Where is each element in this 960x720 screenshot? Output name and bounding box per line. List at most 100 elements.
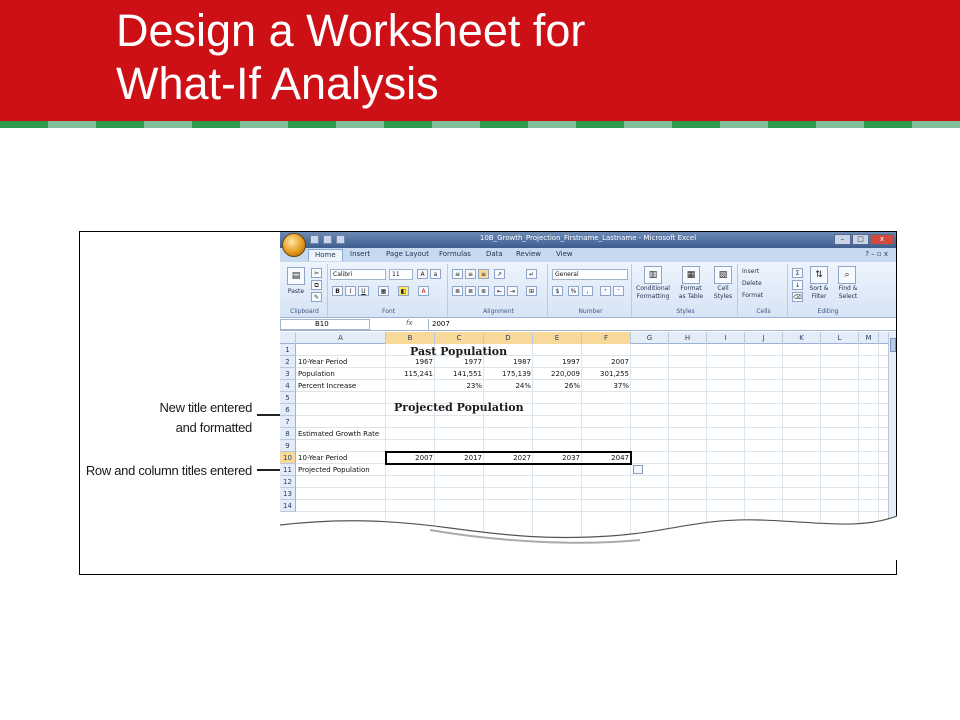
insert-cells-button[interactable]: Insert	[742, 268, 759, 276]
row-header-13[interactable]: 13	[280, 488, 296, 500]
select-all-corner[interactable]	[280, 332, 296, 344]
tab-formulas[interactable]: Formulas	[439, 250, 471, 258]
conditional-formatting-button[interactable]: Conditional Formatting	[634, 285, 672, 301]
column-header-d[interactable]: D	[484, 332, 533, 344]
tab-home[interactable]: Home	[308, 249, 343, 261]
scroll-thumb[interactable]	[890, 338, 896, 352]
find-select-icon[interactable]: ⌕	[838, 266, 856, 284]
decrease-indent-icon[interactable]: ⇤	[494, 286, 505, 296]
column-header-e[interactable]: E	[533, 332, 582, 344]
row-header-11[interactable]: 11	[280, 464, 296, 476]
column-header-l[interactable]: L	[821, 332, 859, 344]
borders-icon[interactable]: ▦	[378, 286, 389, 296]
align-top-icon[interactable]: ≡	[452, 269, 463, 279]
font-name-select[interactable]: Calibri	[330, 269, 386, 280]
align-middle-icon[interactable]: ≡	[465, 269, 476, 279]
format-as-table-icon[interactable]: ▦	[682, 266, 700, 284]
paste-button[interactable]: Paste	[285, 288, 307, 296]
name-box[interactable]: B10	[280, 319, 370, 330]
align-right-icon[interactable]: ≣	[478, 286, 489, 296]
format-cells-button[interactable]: Format	[742, 292, 763, 300]
cell-styles-button[interactable]: Cell Styles	[710, 285, 736, 301]
cell-value[interactable]: 141,551	[437, 368, 482, 380]
column-header-i[interactable]: I	[707, 332, 745, 344]
row-header-4[interactable]: 4	[280, 380, 296, 392]
cell-value[interactable]: 2007	[584, 356, 629, 368]
orientation-icon[interactable]: ↗	[494, 269, 505, 279]
selected-range-b10-f10[interactable]	[385, 451, 632, 465]
column-header-a[interactable]: A	[296, 332, 386, 344]
column-header-m[interactable]: M	[859, 332, 879, 344]
tab-page-layout[interactable]: Page Layout	[386, 250, 429, 258]
column-header-b[interactable]: B	[386, 332, 435, 344]
conditional-formatting-icon[interactable]: ▥	[644, 266, 662, 284]
decrease-decimal-icon[interactable]: ⁻	[613, 286, 624, 296]
fill-color-icon[interactable]: ◧	[398, 286, 409, 296]
formula-input[interactable]: 2007	[428, 319, 888, 330]
sort-filter-icon[interactable]: ⇅	[810, 266, 828, 284]
office-button-icon[interactable]	[282, 233, 306, 257]
cell-value[interactable]: 175,139	[486, 368, 531, 380]
cell-value[interactable]: 115,241	[388, 368, 433, 380]
row-label-10[interactable]: 10-Year Period	[298, 452, 384, 464]
row-header-5[interactable]: 5	[280, 392, 296, 404]
number-format-select[interactable]: General	[552, 269, 628, 280]
copy-icon[interactable]: ⧉	[311, 280, 322, 290]
cell-value[interactable]: 23%	[437, 380, 482, 392]
format-as-table-button[interactable]: Format as Table	[674, 285, 708, 301]
cell-value[interactable]: 1967	[388, 356, 433, 368]
tab-view[interactable]: View	[556, 250, 573, 258]
row-label-2[interactable]: 10-Year Period	[298, 356, 384, 368]
grow-font-icon[interactable]: A	[417, 269, 428, 279]
cell-value[interactable]: 1977	[437, 356, 482, 368]
row-header-10[interactable]: 10	[280, 452, 296, 464]
row-label-8[interactable]: Estimated Growth Rate	[298, 428, 384, 440]
fill-icon[interactable]: ↓	[792, 280, 803, 290]
column-header-c[interactable]: C	[435, 332, 484, 344]
cell-value[interactable]: 26%	[535, 380, 580, 392]
projected-population-title[interactable]: Projected Population	[394, 401, 524, 414]
insert-function-icon[interactable]: fx	[406, 319, 413, 327]
font-size-select[interactable]: 11	[389, 269, 413, 280]
bold-button[interactable]: B	[332, 286, 343, 296]
align-left-icon[interactable]: ≣	[452, 286, 463, 296]
align-center-icon[interactable]: ≣	[465, 286, 476, 296]
minimize-button[interactable]: –	[834, 234, 851, 245]
clear-icon[interactable]: ⌫	[792, 292, 803, 302]
cell-value[interactable]: 24%	[486, 380, 531, 392]
wrap-text-icon[interactable]: ↵	[526, 269, 537, 279]
column-header-h[interactable]: H	[669, 332, 707, 344]
tab-data[interactable]: Data	[486, 250, 503, 258]
row-header-1[interactable]: 1	[280, 344, 296, 356]
autosum-icon[interactable]: Σ	[792, 268, 803, 278]
help-icon[interactable]: ? – ▫ x	[865, 250, 888, 258]
column-header-j[interactable]: J	[745, 332, 783, 344]
italic-button[interactable]: I	[345, 286, 356, 296]
column-header-f[interactable]: F	[582, 332, 631, 344]
find-select-button[interactable]: Find & Select	[834, 285, 862, 301]
format-painter-icon[interactable]: ✎	[311, 292, 322, 302]
font-color-icon[interactable]: A	[418, 286, 429, 296]
row-header-2[interactable]: 2	[280, 356, 296, 368]
cell-value[interactable]: 220,009	[535, 368, 580, 380]
sort-filter-button[interactable]: Sort & Filter	[806, 285, 832, 301]
maximize-button[interactable]: □	[852, 234, 869, 245]
delete-cells-button[interactable]: Delete	[742, 280, 762, 288]
row-header-9[interactable]: 9	[280, 440, 296, 452]
shrink-font-icon[interactable]: a	[430, 269, 441, 279]
merge-center-icon[interactable]: ⊞	[526, 286, 537, 296]
row-label-4[interactable]: Percent Increase	[298, 380, 384, 392]
underline-button[interactable]: U	[358, 286, 369, 296]
row-header-12[interactable]: 12	[280, 476, 296, 488]
paste-icon[interactable]: ▤	[287, 267, 305, 285]
tab-review[interactable]: Review	[516, 250, 541, 258]
auto-fill-options-icon[interactable]	[633, 465, 643, 474]
row-header-3[interactable]: 3	[280, 368, 296, 380]
cell-value[interactable]: 301,255	[584, 368, 629, 380]
column-header-g[interactable]: G	[631, 332, 669, 344]
row-header-6[interactable]: 6	[280, 404, 296, 416]
increase-indent-icon[interactable]: ⇥	[507, 286, 518, 296]
row-header-8[interactable]: 8	[280, 428, 296, 440]
cut-icon[interactable]: ✂	[311, 268, 322, 278]
cell-value[interactable]: 37%	[584, 380, 629, 392]
